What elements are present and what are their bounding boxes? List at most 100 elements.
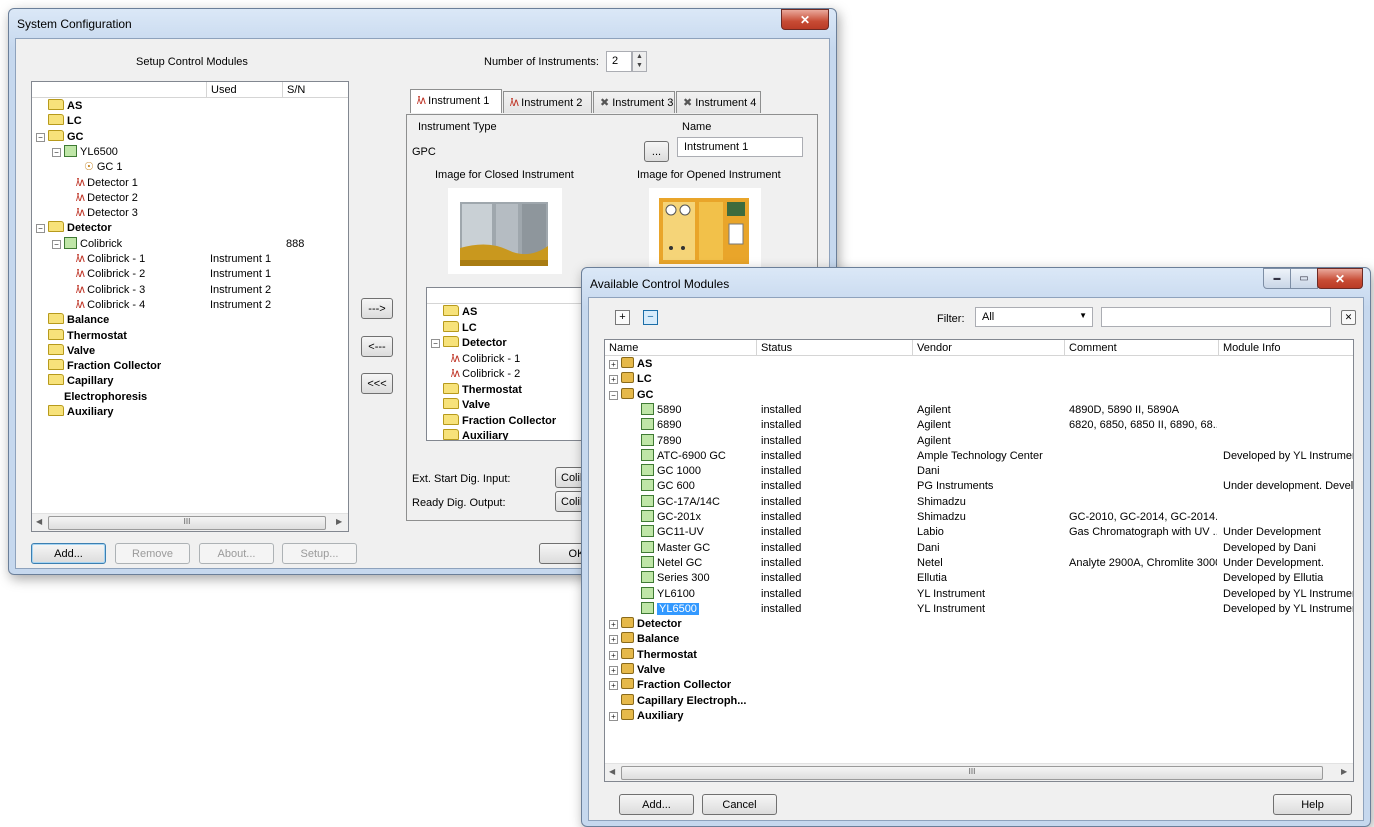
column-header[interactable]: Module Info	[1219, 340, 1353, 356]
module-row[interactable]: GC 1000 installed Dani	[605, 464, 1353, 479]
tree-row[interactable]: /\∧ Colibrick - 1	[451, 352, 520, 367]
tree-row[interactable]: − Colibrick 888	[32, 236, 348, 252]
scroll-thumb[interactable]: III	[48, 516, 326, 530]
opened-instrument-image[interactable]	[649, 188, 761, 274]
module-name[interactable]: 6890	[641, 418, 681, 433]
module-name[interactable]: Netel GC	[641, 555, 702, 571]
module-name[interactable]: GC-17A/14C	[641, 494, 720, 510]
cancel-button[interactable]: Cancel	[702, 794, 777, 815]
title-bar[interactable]: Available Control Modules ▬ ▭ ✕	[582, 268, 1370, 296]
tree-row[interactable]: AS	[32, 99, 348, 114]
module-row[interactable]: GC 600 installed PG Instruments Under devel…	[605, 479, 1353, 494]
tree-row[interactable]: LC	[443, 320, 477, 336]
tree-row[interactable]: Fraction Collector	[443, 413, 556, 429]
close-button[interactable]: ✕	[1317, 268, 1363, 289]
expand-icon[interactable]: +	[609, 711, 618, 721]
module-row[interactable]: GC-17A/14C installed Shimadzu	[605, 494, 1353, 510]
expand-icon[interactable]: +	[609, 635, 618, 645]
spin-up-icon[interactable]: ▲	[633, 52, 646, 61]
tree-node[interactable]: /\∧ Detector 3	[76, 206, 138, 221]
expand-icon[interactable]: +	[609, 650, 618, 660]
tree-row[interactable]: Auxiliary	[443, 429, 508, 440]
tree-row[interactable]: Capillary	[32, 374, 348, 389]
group-row[interactable]: + Detector	[609, 617, 682, 632]
tree-row[interactable]: /\∧ Colibrick - 2 Instrument 1	[32, 267, 348, 282]
collapse-icon[interactable]: −	[52, 147, 61, 157]
tree-row[interactable]: Thermostat	[443, 382, 522, 398]
column-header[interactable]: Status	[757, 340, 913, 356]
module-name[interactable]: GC 1000	[641, 464, 701, 479]
expand-all-button[interactable]: +	[615, 310, 630, 325]
tree-row[interactable]: Electrophoresis	[32, 390, 348, 405]
tree-row[interactable]: /\∧ Colibrick - 2	[451, 367, 520, 382]
tree-node[interactable]: − GC	[36, 129, 84, 145]
expand-icon[interactable]: +	[609, 375, 618, 385]
module-name[interactable]: ATC-6900 GC	[641, 448, 726, 464]
module-row[interactable]: Master GC installed Dani Developed by Dani	[605, 540, 1353, 556]
add-button[interactable]: Add...	[31, 543, 106, 564]
tree-row[interactable]: Auxiliary	[32, 405, 348, 420]
module-name[interactable]: GC11-UV	[641, 525, 704, 540]
tree-row[interactable]: /\∧ Detector 3	[32, 206, 348, 221]
module-name[interactable]: Master GC	[641, 540, 710, 556]
column-header[interactable]: Comment	[1065, 340, 1219, 356]
remove-button[interactable]: Remove	[115, 543, 190, 564]
help-button[interactable]: Help	[1273, 794, 1352, 815]
tree-row[interactable]: Balance	[32, 313, 348, 328]
collapse-icon[interactable]: −	[36, 132, 45, 142]
instrument-name-input[interactable]: Intstrument 1	[677, 137, 803, 157]
tree-row[interactable]: LC	[32, 114, 348, 129]
tree-node[interactable]: Valve	[48, 343, 95, 359]
module-name[interactable]: YL6500	[641, 601, 699, 617]
collapse-icon[interactable]: −	[36, 224, 45, 234]
module-row[interactable]: ATC-6900 GC installed Ample Technology Cen…	[605, 448, 1353, 464]
collapse-icon[interactable]: −	[609, 390, 618, 400]
group-row[interactable]: + LC	[609, 372, 652, 387]
spin-down-icon[interactable]: ▼	[633, 61, 646, 70]
minimize-button[interactable]: ▬	[1263, 268, 1291, 289]
tree-node[interactable]: Auxiliary	[48, 405, 113, 420]
tree-node[interactable]: /\∧ Colibrick - 3	[76, 283, 145, 298]
tree-row[interactable]: − GC	[32, 129, 348, 145]
tree-node[interactable]: Balance	[48, 313, 109, 328]
col-header-used[interactable]: Used	[207, 82, 283, 98]
expand-icon[interactable]: +	[609, 620, 618, 630]
tree-row[interactable]: − Detector	[431, 336, 507, 351]
tree-node[interactable]: Fraction Collector	[48, 359, 161, 374]
module-row[interactable]: Series 300 installed Ellutia Developed by E…	[605, 571, 1353, 586]
horizontal-scrollbar[interactable]: ◀ III ▶	[32, 513, 348, 531]
tree-row[interactable]: Fraction Collector	[32, 359, 348, 374]
tree-row[interactable]: /\∧ Detector 1	[32, 176, 348, 191]
module-row[interactable]: 7890 installed Agilent	[605, 433, 1353, 449]
tree-node[interactable]: Capillary	[48, 374, 113, 389]
module-row[interactable]: 5890 installed Agilent 4890D, 5890 II, 5890…	[605, 402, 1353, 418]
tab-instrument-4[interactable]: ✖ Instrument 4	[676, 91, 761, 113]
collapse-all-button[interactable]: −	[643, 310, 658, 325]
move-left-button[interactable]: <---	[361, 336, 393, 357]
module-row[interactable]: Netel GC installed Netel Analyte 2900A, Chr…	[605, 555, 1353, 571]
add-button[interactable]: Add...	[619, 794, 694, 815]
column-header[interactable]: Name	[605, 340, 757, 356]
module-name[interactable]: GC-201x	[641, 510, 701, 525]
tree-row[interactable]: − Detector	[32, 221, 348, 236]
tree-row[interactable]: Thermostat	[32, 328, 348, 344]
tree-row[interactable]: /\∧ Detector 2	[32, 191, 348, 206]
tree-node[interactable]: /\∧ Detector 2	[76, 191, 138, 206]
scroll-left-icon[interactable]: ◀	[609, 767, 615, 776]
about-button[interactable]: About...	[199, 543, 274, 564]
col-header-sn[interactable]: S/N	[283, 82, 348, 98]
module-row[interactable]: 6890 installed Agilent 6820, 6850, 6850 II,…	[605, 418, 1353, 433]
move-right-button[interactable]: --->	[361, 298, 393, 319]
setup-button[interactable]: Setup...	[282, 543, 357, 564]
group-row[interactable]: + Thermostat	[609, 647, 697, 663]
module-name[interactable]: GC 600	[641, 479, 695, 494]
tree-node[interactable]: /\∧ Detector 1	[76, 176, 138, 191]
tree-node[interactable]: ☉ GC 1	[84, 160, 123, 175]
tree-node[interactable]: − Colibrick	[52, 236, 122, 252]
tree-node[interactable]: /\∧ Colibrick - 4	[76, 298, 145, 313]
tree-row[interactable]: Valve	[32, 343, 348, 359]
group-row[interactable]: + Auxiliary	[609, 708, 683, 724]
tree-node[interactable]: AS	[48, 99, 82, 114]
module-name[interactable]: YL6100	[641, 586, 695, 602]
col-header-name[interactable]	[32, 82, 207, 98]
